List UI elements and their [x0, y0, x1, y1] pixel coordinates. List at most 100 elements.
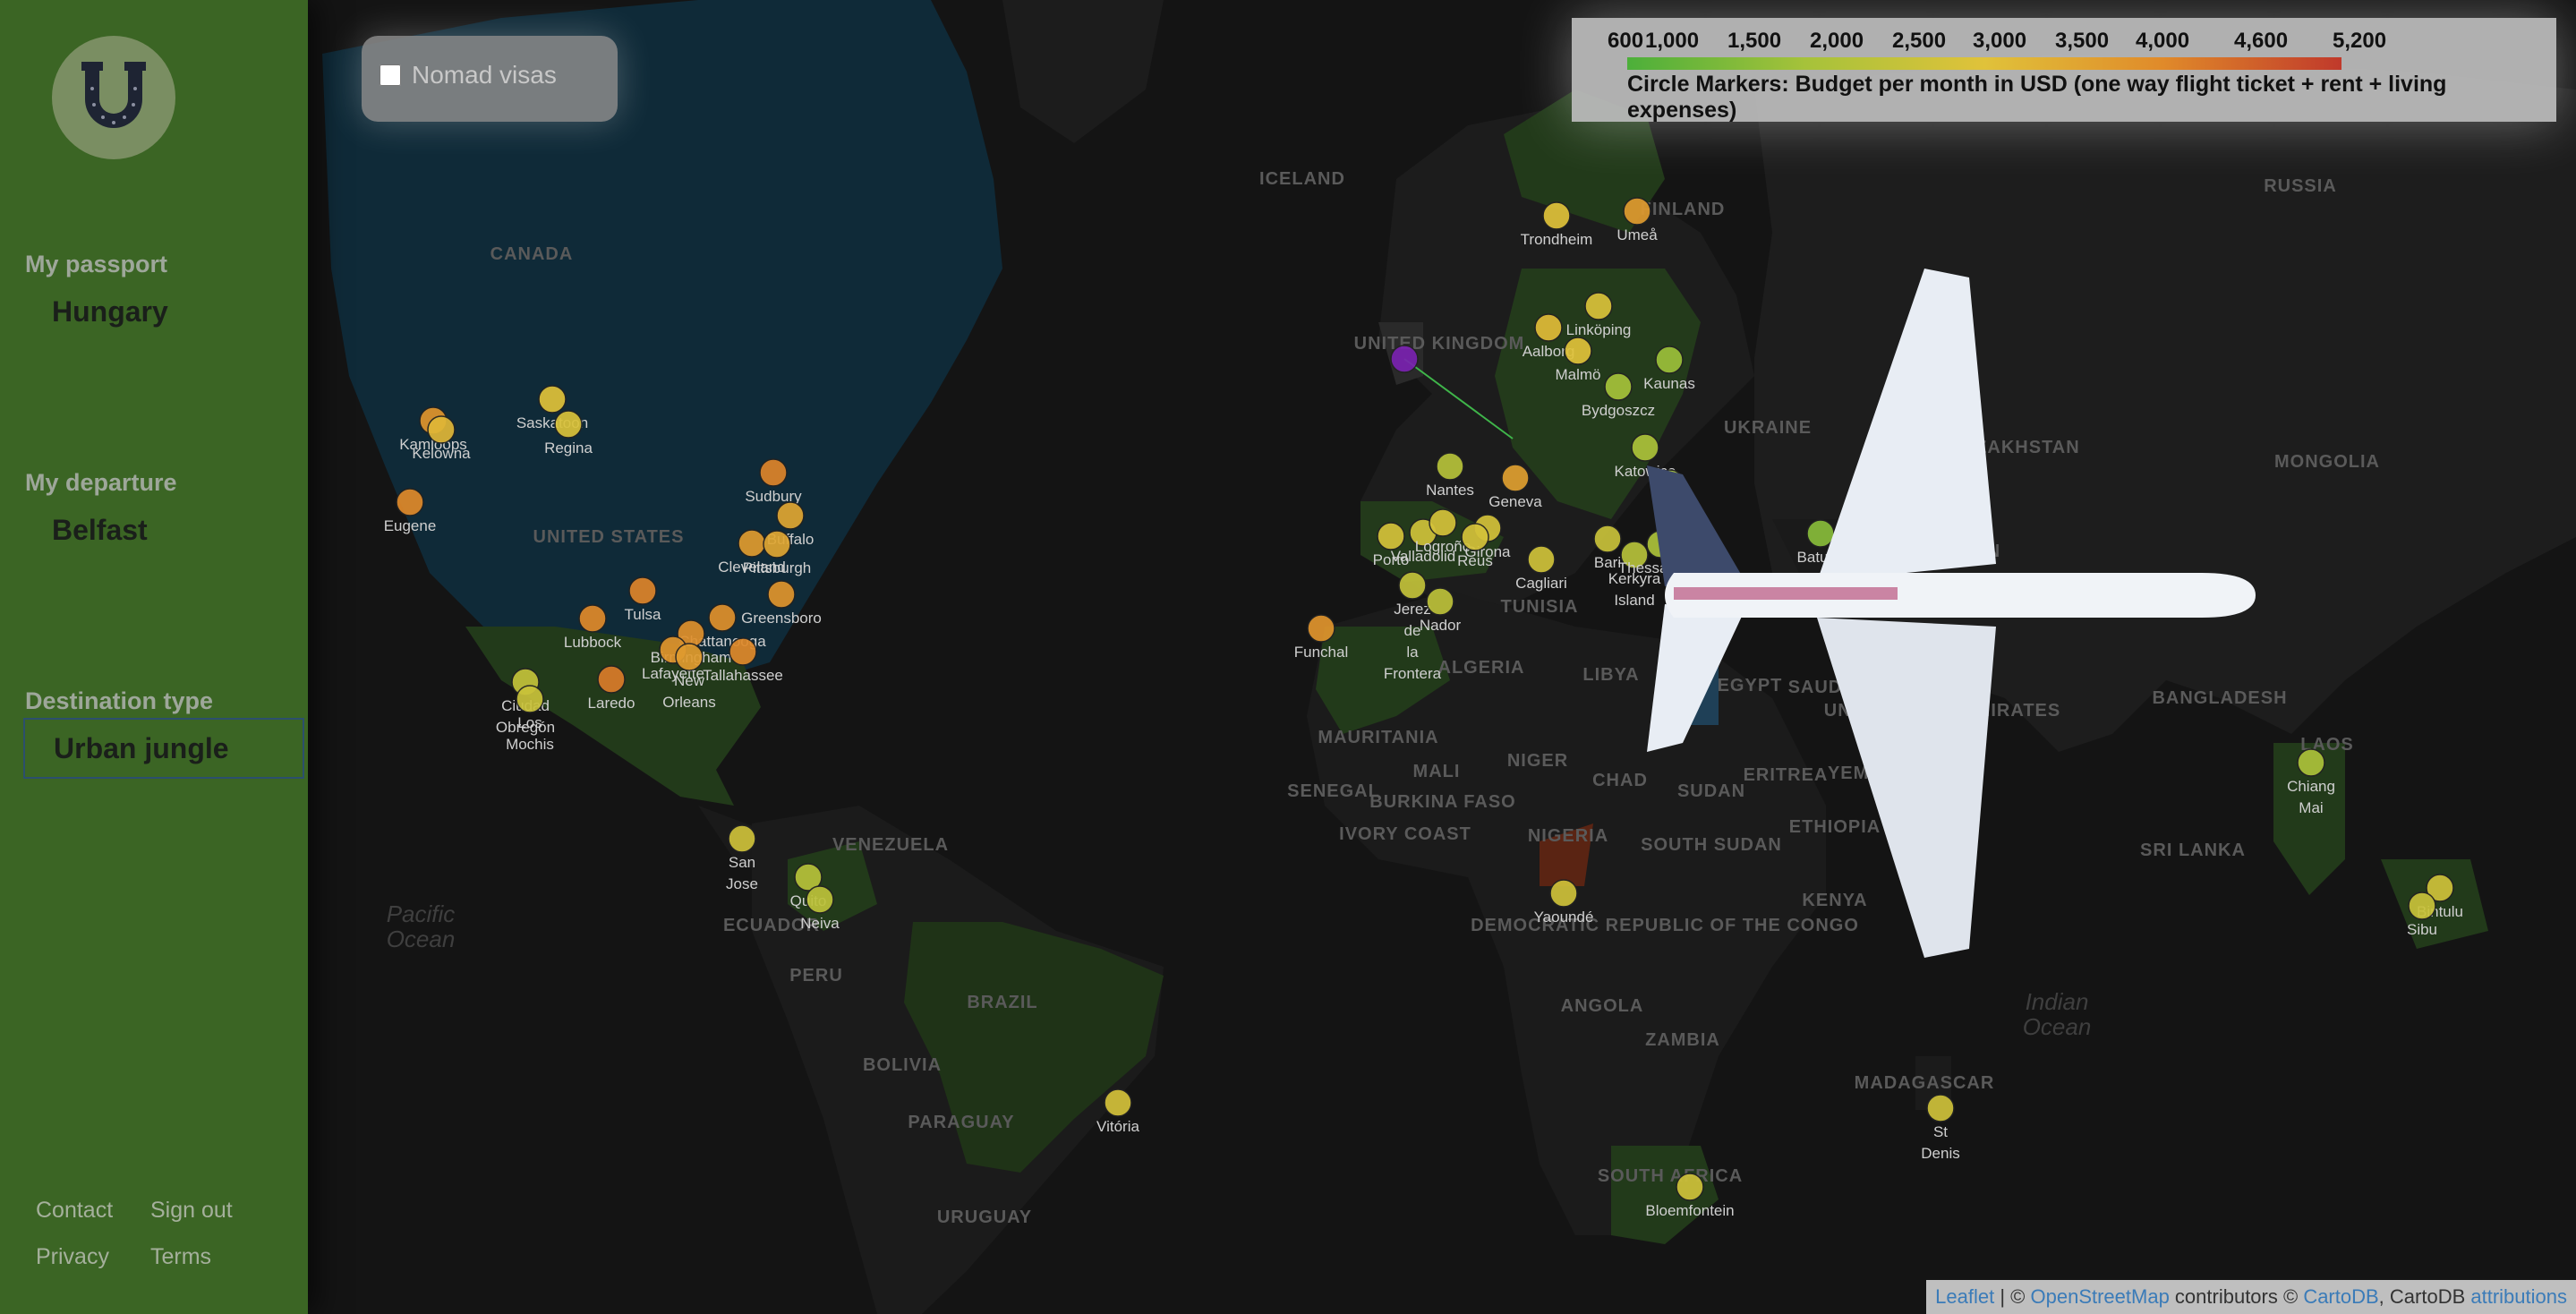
city-marker[interactable]: [1623, 197, 1651, 226]
cartodb-link[interactable]: CartoDB: [2303, 1285, 2378, 1308]
city-marker[interactable]: [2297, 748, 2325, 777]
region-label: KENYA: [1802, 891, 1867, 910]
sign-out-link[interactable]: Sign out: [150, 1198, 233, 1224]
nomad-visa-label: Nomad visas: [412, 61, 557, 89]
region-label: MALI: [1413, 762, 1461, 781]
osm-link[interactable]: OpenStreetMap: [2031, 1285, 2170, 1308]
city-marker[interactable]: [1542, 201, 1571, 230]
city-marker[interactable]: [538, 385, 567, 414]
privacy-link[interactable]: Privacy: [36, 1244, 109, 1270]
region-label: NIGER: [1507, 751, 1568, 771]
city-marker[interactable]: [776, 501, 805, 530]
city-marker[interactable]: [1377, 522, 1405, 550]
city-marker[interactable]: [628, 576, 657, 605]
attrib-text: , CartoDB: [2378, 1285, 2471, 1308]
region-label: SOUTH AFRICA: [1598, 1166, 1743, 1186]
region-label: NIGERIA: [1528, 826, 1608, 846]
city-marker[interactable]: [738, 529, 766, 558]
region-label: MADAGASCAR: [1855, 1073, 1995, 1093]
city-marker[interactable]: [1104, 1088, 1132, 1117]
city-label: Nador: [1420, 617, 1462, 634]
destination-type-label: Destination type: [25, 687, 214, 714]
city-marker[interactable]: [396, 488, 424, 516]
city-marker[interactable]: [1655, 346, 1684, 374]
city-marker[interactable]: [578, 604, 607, 633]
city-marker[interactable]: [1604, 372, 1633, 401]
city-marker[interactable]: [759, 458, 788, 487]
city-label: Yaoundé: [1534, 909, 1594, 926]
city-marker[interactable]: [806, 885, 834, 914]
world-map[interactable]: CANADA UNITED STATES ICELAND FINLAND RUSSIA U…: [308, 0, 2576, 1314]
city-marker[interactable]: [1527, 545, 1556, 574]
city-marker[interactable]: [2408, 892, 2436, 920]
region-label: TUNISIA: [1501, 597, 1579, 617]
ocean-label: Indian Ocean: [2023, 988, 2092, 1040]
city-label: Greensboro: [741, 610, 822, 627]
city-label: Bari: [1594, 554, 1621, 571]
departure-value[interactable]: Belfast: [52, 514, 148, 547]
city-marker[interactable]: [1534, 313, 1563, 342]
city-marker[interactable]: [1549, 879, 1578, 908]
nomad-visa-checkbox[interactable]: [380, 64, 401, 86]
city-label: Pittsburgh: [743, 559, 812, 576]
region-label: SRI LANKA: [2140, 840, 2246, 860]
region-label: RUSSIA: [2264, 176, 2337, 196]
legend-tick: 600: [1608, 29, 1644, 53]
city-marker[interactable]: [427, 415, 456, 444]
city-marker[interactable]: [675, 643, 704, 671]
city-label: Lubbock: [564, 634, 622, 651]
city-marker[interactable]: [1501, 464, 1530, 492]
city-marker[interactable]: [708, 603, 737, 632]
contact-link[interactable]: Contact: [36, 1198, 113, 1224]
attributions-link[interactable]: attributions: [2470, 1285, 2567, 1308]
nomad-visa-filter[interactable]: Nomad visas: [362, 36, 618, 122]
region-label: MAURITANIA: [1318, 728, 1438, 747]
city-marker[interactable]: [1593, 525, 1622, 553]
city-marker[interactable]: [1806, 519, 1835, 548]
city-marker[interactable]: [1461, 523, 1489, 551]
departure-marker[interactable]: [1390, 345, 1419, 373]
city-marker[interactable]: [554, 410, 583, 439]
city-marker[interactable]: [729, 637, 757, 666]
city-label: Nantes: [1426, 482, 1474, 499]
city-label: Linköping: [1566, 321, 1632, 338]
city-marker[interactable]: [1398, 571, 1427, 600]
city-marker[interactable]: [516, 685, 544, 713]
logo[interactable]: [52, 36, 175, 159]
map-canvas[interactable]: CANADA UNITED STATES ICELAND FINLAND RUSSIA U…: [308, 0, 2576, 1314]
passport-label: My passport: [25, 251, 168, 277]
region-label: DEMOCRATIC REPUBLIC OF THE CONGO: [1471, 916, 1859, 935]
city-marker[interactable]: [1307, 614, 1335, 643]
region-label: PARAGUAY: [908, 1113, 1014, 1132]
city-marker[interactable]: [1426, 587, 1454, 616]
leaflet-link[interactable]: Leaflet: [1935, 1285, 1994, 1308]
city-marker[interactable]: [767, 580, 796, 609]
city-marker[interactable]: [763, 530, 791, 559]
region-label: ICELAND: [1259, 169, 1345, 189]
destination-type-select[interactable]: Urban jungle: [23, 718, 304, 779]
region-label: ERITREA: [1744, 765, 1829, 785]
city-marker[interactable]: [1926, 1094, 1955, 1122]
city-marker[interactable]: [1429, 508, 1457, 537]
region-label: ANGOLA: [1561, 996, 1644, 1016]
region-label: PERU: [789, 966, 843, 986]
legend-caption: Circle Markers: Budget per month in USD …: [1627, 72, 2447, 123]
city-marker[interactable]: [597, 665, 626, 694]
city-label: Eugene: [384, 517, 437, 534]
city-marker[interactable]: [1676, 1173, 1704, 1201]
city-label: Vitória: [1096, 1118, 1139, 1135]
legend-tick: 1,500: [1727, 29, 1782, 53]
city-marker[interactable]: [1564, 337, 1592, 365]
terms-link[interactable]: Terms: [150, 1244, 211, 1270]
region-label: BRAZIL: [967, 993, 1037, 1012]
region-label: CANADA: [490, 244, 574, 264]
city-marker[interactable]: [1436, 452, 1464, 481]
region-label: UKRAINE: [1724, 418, 1812, 438]
attrib-text: | ©: [1994, 1285, 2031, 1308]
city-marker[interactable]: [1631, 433, 1659, 462]
region-label: ETHIOPIA: [1789, 817, 1881, 837]
city-marker[interactable]: [728, 824, 756, 853]
passport-value[interactable]: Hungary: [52, 295, 168, 328]
city-label: Umeå: [1616, 226, 1658, 243]
city-marker[interactable]: [1584, 292, 1613, 320]
